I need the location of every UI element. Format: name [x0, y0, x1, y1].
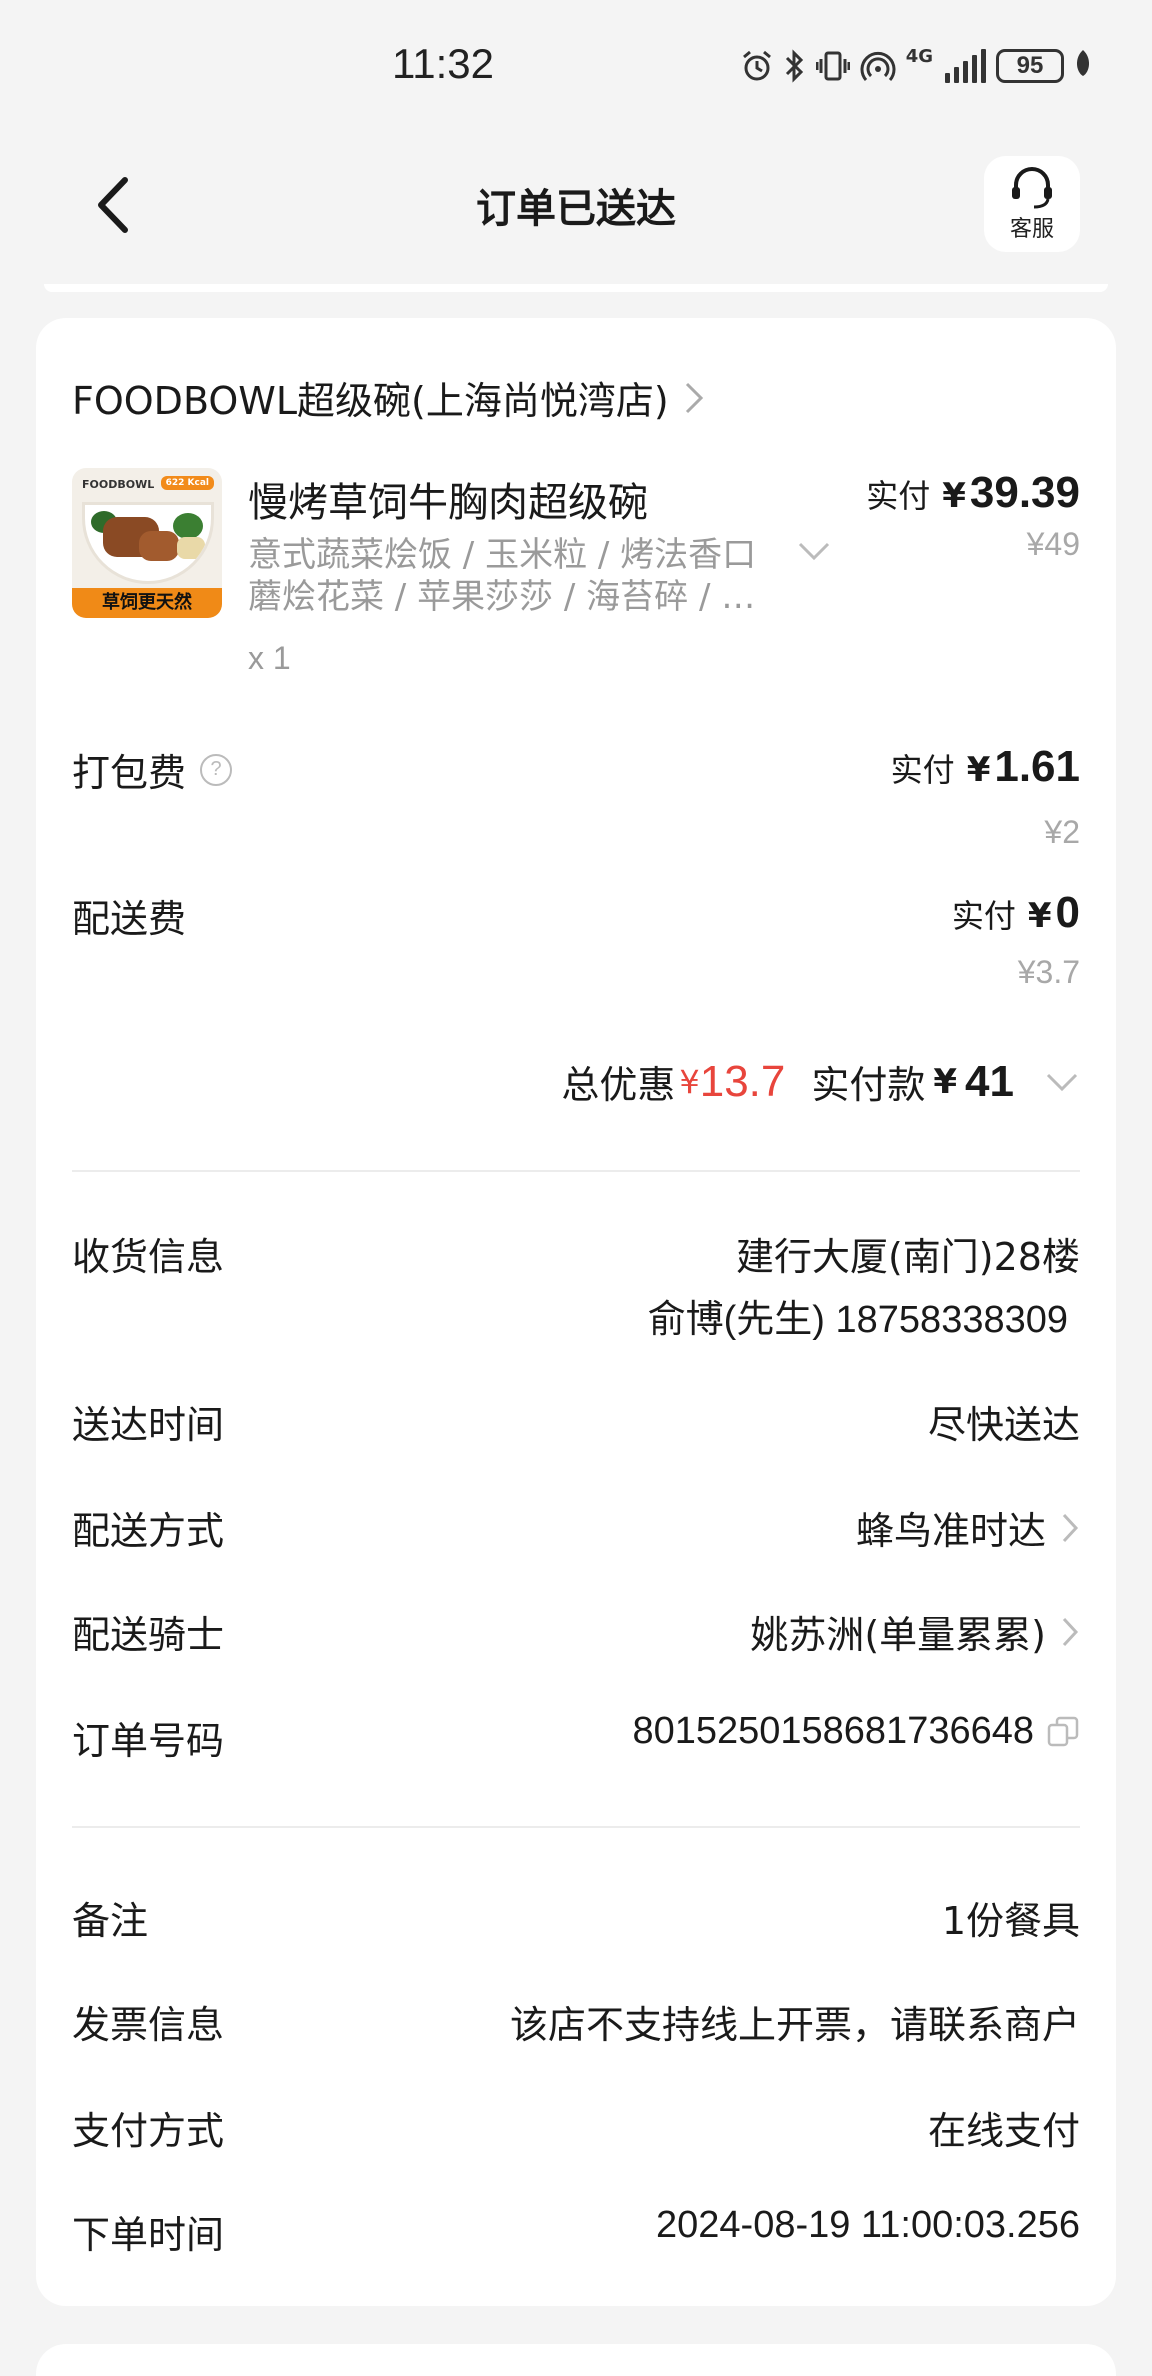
item-spec-line: 意式蔬菜烩饭 / 玉米粒 / 烤法香口 [248, 535, 757, 575]
invoice-label: 发票信息 [72, 2003, 225, 2047]
rider-label: 配送骑士 [72, 1613, 225, 1657]
chevron-right-icon [685, 382, 703, 413]
page-title: 订单已送达 [476, 186, 676, 232]
contact-value: 俞博(先生) 18758338309 [647, 1299, 1068, 1341]
previous-card-edge [44, 284, 1108, 292]
delivery-method-value: 蜂鸟准时达 [855, 1509, 1046, 1553]
status-bar: 11:32 4G 95 [0, 0, 1152, 130]
packing-fee-pay-row: 实付 ¥ 1.61 [891, 742, 1080, 792]
delivery-time-value: 尽快送达 [927, 1403, 1080, 1447]
next-card-edge [36, 2344, 1116, 2376]
chevron-right-icon [1062, 1617, 1079, 1646]
order-number-value: 8015250158681736648 [632, 1710, 1034, 1752]
bowl-illustration [82, 502, 214, 584]
delivery-pay-currency: ¥ [1027, 896, 1052, 936]
signal-icon [945, 49, 986, 83]
item-pay-amount: 39.39 [969, 468, 1080, 517]
delivery-pay-amount: 0 [1055, 888, 1080, 937]
packing-pay-label: 实付 [890, 751, 955, 789]
order-time-value: 2024-08-19 11:00:03.256 [656, 2204, 1080, 2246]
delivery-original-price: ¥3.7 [1017, 954, 1080, 990]
customer-service-button[interactable]: 客服 [984, 156, 1080, 252]
invoice-value: 该店不支持线上开票，请联系商户 [509, 2003, 1080, 2047]
copy-icon[interactable] [1046, 1715, 1080, 1749]
item-spec-line: 蘑烩花菜 / 苹果莎莎 / 海苔碎 / … [248, 577, 756, 617]
store-link[interactable]: FOODBOWL超级碗(上海尚悦湾店) [72, 370, 705, 425]
chevron-right-icon [1062, 1513, 1079, 1542]
item-name: 慢烤草饲牛胸肉超级碗 [248, 480, 648, 526]
item-image-banner: 草饲更天然 [72, 588, 222, 618]
rider-value: 姚苏洲(单量累累) [750, 1613, 1046, 1657]
network-type-icon: 4G [905, 46, 933, 67]
payment-method-label: 支付方式 [72, 2109, 225, 2153]
divider [72, 1170, 1080, 1172]
delivery-fee-label: 配送费 [72, 897, 187, 941]
packing-fee-label-row: 打包费 ? [72, 742, 233, 797]
address-label: 收货信息 [72, 1235, 225, 1279]
rider-link[interactable]: 姚苏洲(单量累累) [750, 1604, 1080, 1659]
total-discount-amount: 13.7 [699, 1056, 786, 1106]
item-pay-currency: ¥ [942, 476, 966, 516]
item-pay-label: 实付 [866, 477, 931, 515]
total-row[interactable]: 总优惠 ¥ 13.7 实付款 ¥ 41 [561, 1054, 1080, 1109]
item-image-kcal: 622 Kcal [160, 476, 214, 490]
packing-fee-label: 打包费 [72, 751, 187, 795]
order-detail-page: 11:32 4G 95 订单已送达 客服 FOODBOWL超级碗(上海尚悦湾店)… [0, 0, 1152, 2376]
address-value: 建行大厦(南门)28楼 [735, 1235, 1080, 1279]
power-saving-leaf-icon [1074, 48, 1092, 85]
chevron-down-icon [1046, 1073, 1078, 1091]
packing-pay-currency: ¥ [966, 750, 991, 790]
chevron-down-icon[interactable] [796, 540, 832, 562]
item-quantity: x 1 [248, 640, 291, 676]
delivery-fee-pay-row: 实付 ¥ 0 [952, 888, 1080, 938]
nav-bar: 订单已送达 客服 [0, 140, 1152, 270]
note-label: 备注 [72, 1899, 149, 1943]
item-spec: 意式蔬菜烩饭 / 玉米粒 / 烤法香口 蘑烩花菜 / 苹果莎莎 / 海苔碎 / … [248, 534, 788, 618]
order-time-label: 下单时间 [72, 2213, 225, 2257]
total-pay-currency: ¥ [933, 1061, 958, 1102]
status-time: 11:32 [392, 40, 494, 87]
item-image-brand: FOODBOWL [82, 478, 155, 491]
divider [72, 1826, 1080, 1828]
delivery-method-label: 配送方式 [72, 1509, 225, 1553]
help-icon[interactable]: ? [200, 753, 233, 786]
item-image[interactable]: FOODBOWL 622 Kcal 草饲更天然 [72, 468, 222, 618]
order-number-row: 8015250158681736648 [632, 1710, 1080, 1753]
item-original-price: ¥49 [1026, 526, 1080, 562]
total-discount-label: 总优惠 [561, 1063, 676, 1107]
order-number-label: 订单号码 [72, 1719, 225, 1763]
delivery-pay-label: 实付 [951, 897, 1016, 935]
hotspot-icon [860, 46, 896, 86]
payment-method-value: 在线支付 [927, 2109, 1080, 2153]
bluetooth-icon [784, 46, 806, 86]
total-discount-currency: ¥ [679, 1062, 700, 1101]
status-icons: 4G 95 [740, 44, 1092, 88]
note-value: 1份餐具 [941, 1899, 1080, 1943]
order-card: FOODBOWL超级碗(上海尚悦湾店) FOODBOWL 622 Kcal 草饲… [36, 318, 1116, 2306]
item-pay-row: 实付 ¥ 39.39 [866, 468, 1080, 518]
delivery-method-link[interactable]: 蜂鸟准时达 [856, 1500, 1080, 1555]
delivery-time-label: 送达时间 [72, 1403, 225, 1447]
store-name: FOODBOWL超级碗(上海尚悦湾店) [72, 379, 669, 423]
alarm-icon [740, 46, 774, 86]
delivery-fee-label-row: 配送费 [72, 888, 186, 943]
headset-icon [1012, 167, 1052, 209]
packing-original-price: ¥2 [1044, 814, 1080, 850]
vibrate-icon [815, 46, 850, 86]
total-pay-amount: 41 [965, 1056, 1014, 1106]
battery-icon: 95 [996, 49, 1064, 83]
customer-service-label: 客服 [1009, 217, 1054, 242]
packing-pay-amount: 1.61 [994, 742, 1080, 791]
total-pay-label: 实付款 [811, 1063, 926, 1107]
